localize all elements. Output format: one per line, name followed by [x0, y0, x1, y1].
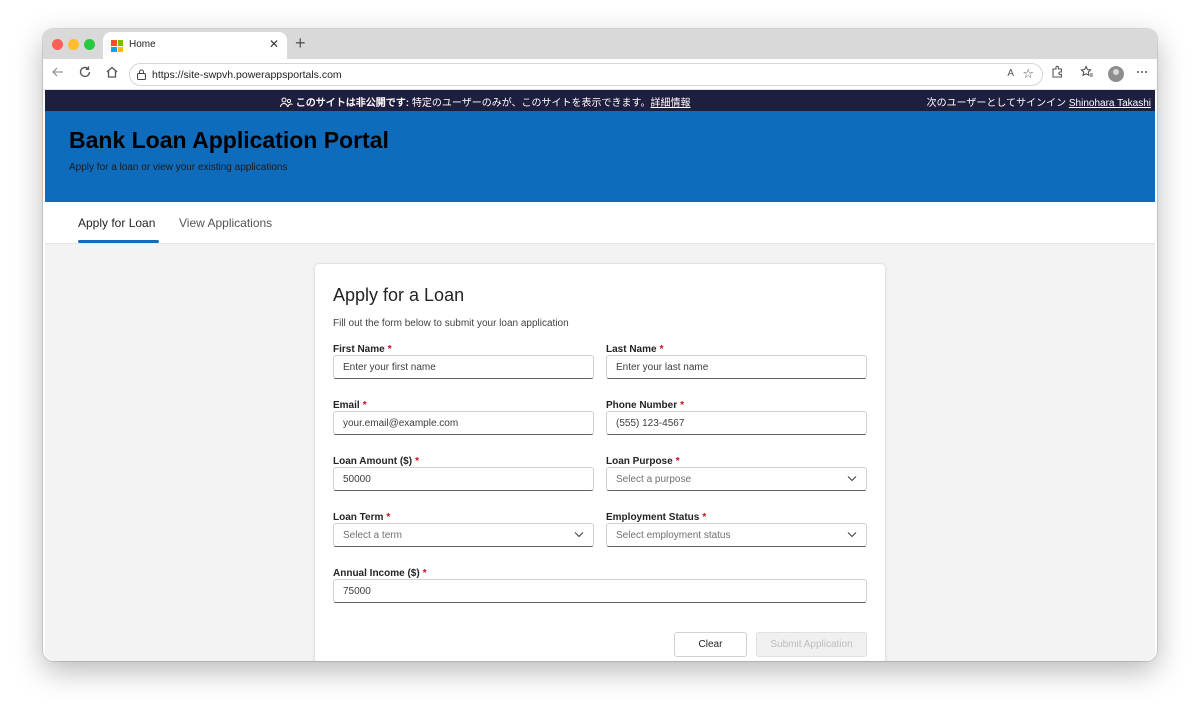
page-header: Bank Loan Application Portal Apply for a…	[45, 111, 1155, 202]
first-name-label: First Name *	[333, 344, 392, 355]
home-icon[interactable]	[103, 65, 121, 83]
form-description: Fill out the form below to submit your l…	[333, 318, 569, 329]
employment-status-select[interactable]: Select employment status	[606, 523, 867, 547]
nav-tabs: Apply for Loan View Applications	[45, 202, 1155, 244]
loan-amount-input[interactable]	[333, 467, 594, 491]
tab-view-applications[interactable]: View Applications	[179, 216, 272, 230]
first-name-input[interactable]	[333, 355, 594, 379]
loan-term-select[interactable]: Select a term	[333, 523, 594, 547]
loan-purpose-select[interactable]: Select a purpose	[606, 467, 867, 491]
browser-toolbar: https://site-swpvh.powerappsportals.com …	[43, 59, 1157, 90]
loan-application-card: Apply for a Loan Fill out the form below…	[314, 263, 886, 661]
chevron-down-icon	[574, 532, 584, 538]
chevron-down-icon	[847, 476, 857, 482]
last-name-label: Last Name *	[606, 344, 664, 355]
more-icon[interactable]	[1133, 65, 1151, 83]
private-site-banner: このサイトは非公開です: 特定のユーザーのみが、このサイトを表示できます。詳細情…	[45, 90, 1155, 111]
tab-title: Home	[129, 39, 156, 50]
private-notice-bold: このサイトは非公開です:	[295, 98, 410, 109]
page-title: Bank Loan Application Portal	[69, 127, 389, 153]
tab-apply-for-loan[interactable]: Apply for Loan	[78, 216, 155, 230]
phone-label: Phone Number *	[606, 400, 685, 411]
signed-in-label: 次のユーザーとしてサインイン	[926, 98, 1069, 109]
form-title: Apply for a Loan	[333, 285, 465, 305]
clear-button[interactable]: Clear	[674, 632, 747, 657]
users-icon	[280, 97, 293, 108]
annual-income-label: Annual Income ($) *	[333, 568, 427, 579]
loan-purpose-label: Loan Purpose *	[606, 456, 680, 467]
page-subtitle: Apply for a loan or view your existing a…	[69, 162, 288, 173]
active-tab-indicator	[78, 240, 159, 243]
close-window-button[interactable]	[52, 39, 63, 50]
loan-term-placeholder: Select a term	[343, 530, 402, 541]
url-text: https://site-swpvh.powerappsportals.com	[152, 69, 342, 81]
profile-avatar[interactable]	[1108, 66, 1124, 82]
submit-application-button[interactable]: Submit Application	[756, 632, 867, 657]
employment-status-placeholder: Select employment status	[616, 530, 731, 541]
back-icon[interactable]	[49, 65, 67, 83]
chevron-down-icon	[847, 532, 857, 538]
signin-status: 次のユーザーとしてサインイン Shinohara Takashi	[927, 94, 1151, 109]
email-input[interactable]	[333, 411, 594, 435]
refresh-icon[interactable]	[76, 65, 94, 83]
web-page: このサイトは非公開です: 特定のユーザーのみが、このサイトを表示できます。詳細情…	[45, 90, 1155, 661]
annual-income-input[interactable]	[333, 579, 867, 603]
phone-input[interactable]	[606, 411, 867, 435]
read-aloud-icon[interactable]: A	[1007, 68, 1014, 79]
tab-strip: Home ✕ +	[43, 29, 1157, 59]
email-label: Email *	[333, 400, 367, 411]
browser-window: Home ✕ + https://site-swpvh.powerappspor…	[43, 29, 1157, 661]
favorite-star-icon[interactable]: ☆	[1022, 66, 1034, 82]
loan-amount-label: Loan Amount ($) *	[333, 456, 419, 467]
microsoft-logo-icon	[111, 40, 123, 52]
loan-purpose-placeholder: Select a purpose	[616, 474, 692, 485]
new-tab-icon[interactable]: +	[295, 33, 306, 53]
lock-icon	[137, 69, 146, 80]
more-info-link[interactable]: 詳細情報	[651, 98, 691, 109]
browser-tab-home[interactable]: Home ✕	[103, 32, 287, 59]
extensions-icon[interactable]	[1048, 65, 1066, 83]
favorites-icon[interactable]	[1078, 65, 1096, 83]
private-notice: このサイトは非公開です: 特定のユーザーのみが、このサイトを表示できます。詳細情…	[280, 94, 691, 109]
close-tab-icon[interactable]: ✕	[269, 37, 279, 51]
user-name-link[interactable]: Shinohara Takashi	[1069, 98, 1151, 109]
loan-term-label: Loan Term *	[333, 512, 391, 523]
private-notice-text: 特定のユーザーのみが、このサイトを表示できます。	[409, 98, 651, 109]
last-name-input[interactable]	[606, 355, 867, 379]
address-bar[interactable]: https://site-swpvh.powerappsportals.com …	[129, 63, 1043, 86]
minimize-window-button[interactable]	[68, 39, 79, 50]
employment-status-label: Employment Status *	[606, 512, 707, 523]
maximize-window-button[interactable]	[84, 39, 95, 50]
